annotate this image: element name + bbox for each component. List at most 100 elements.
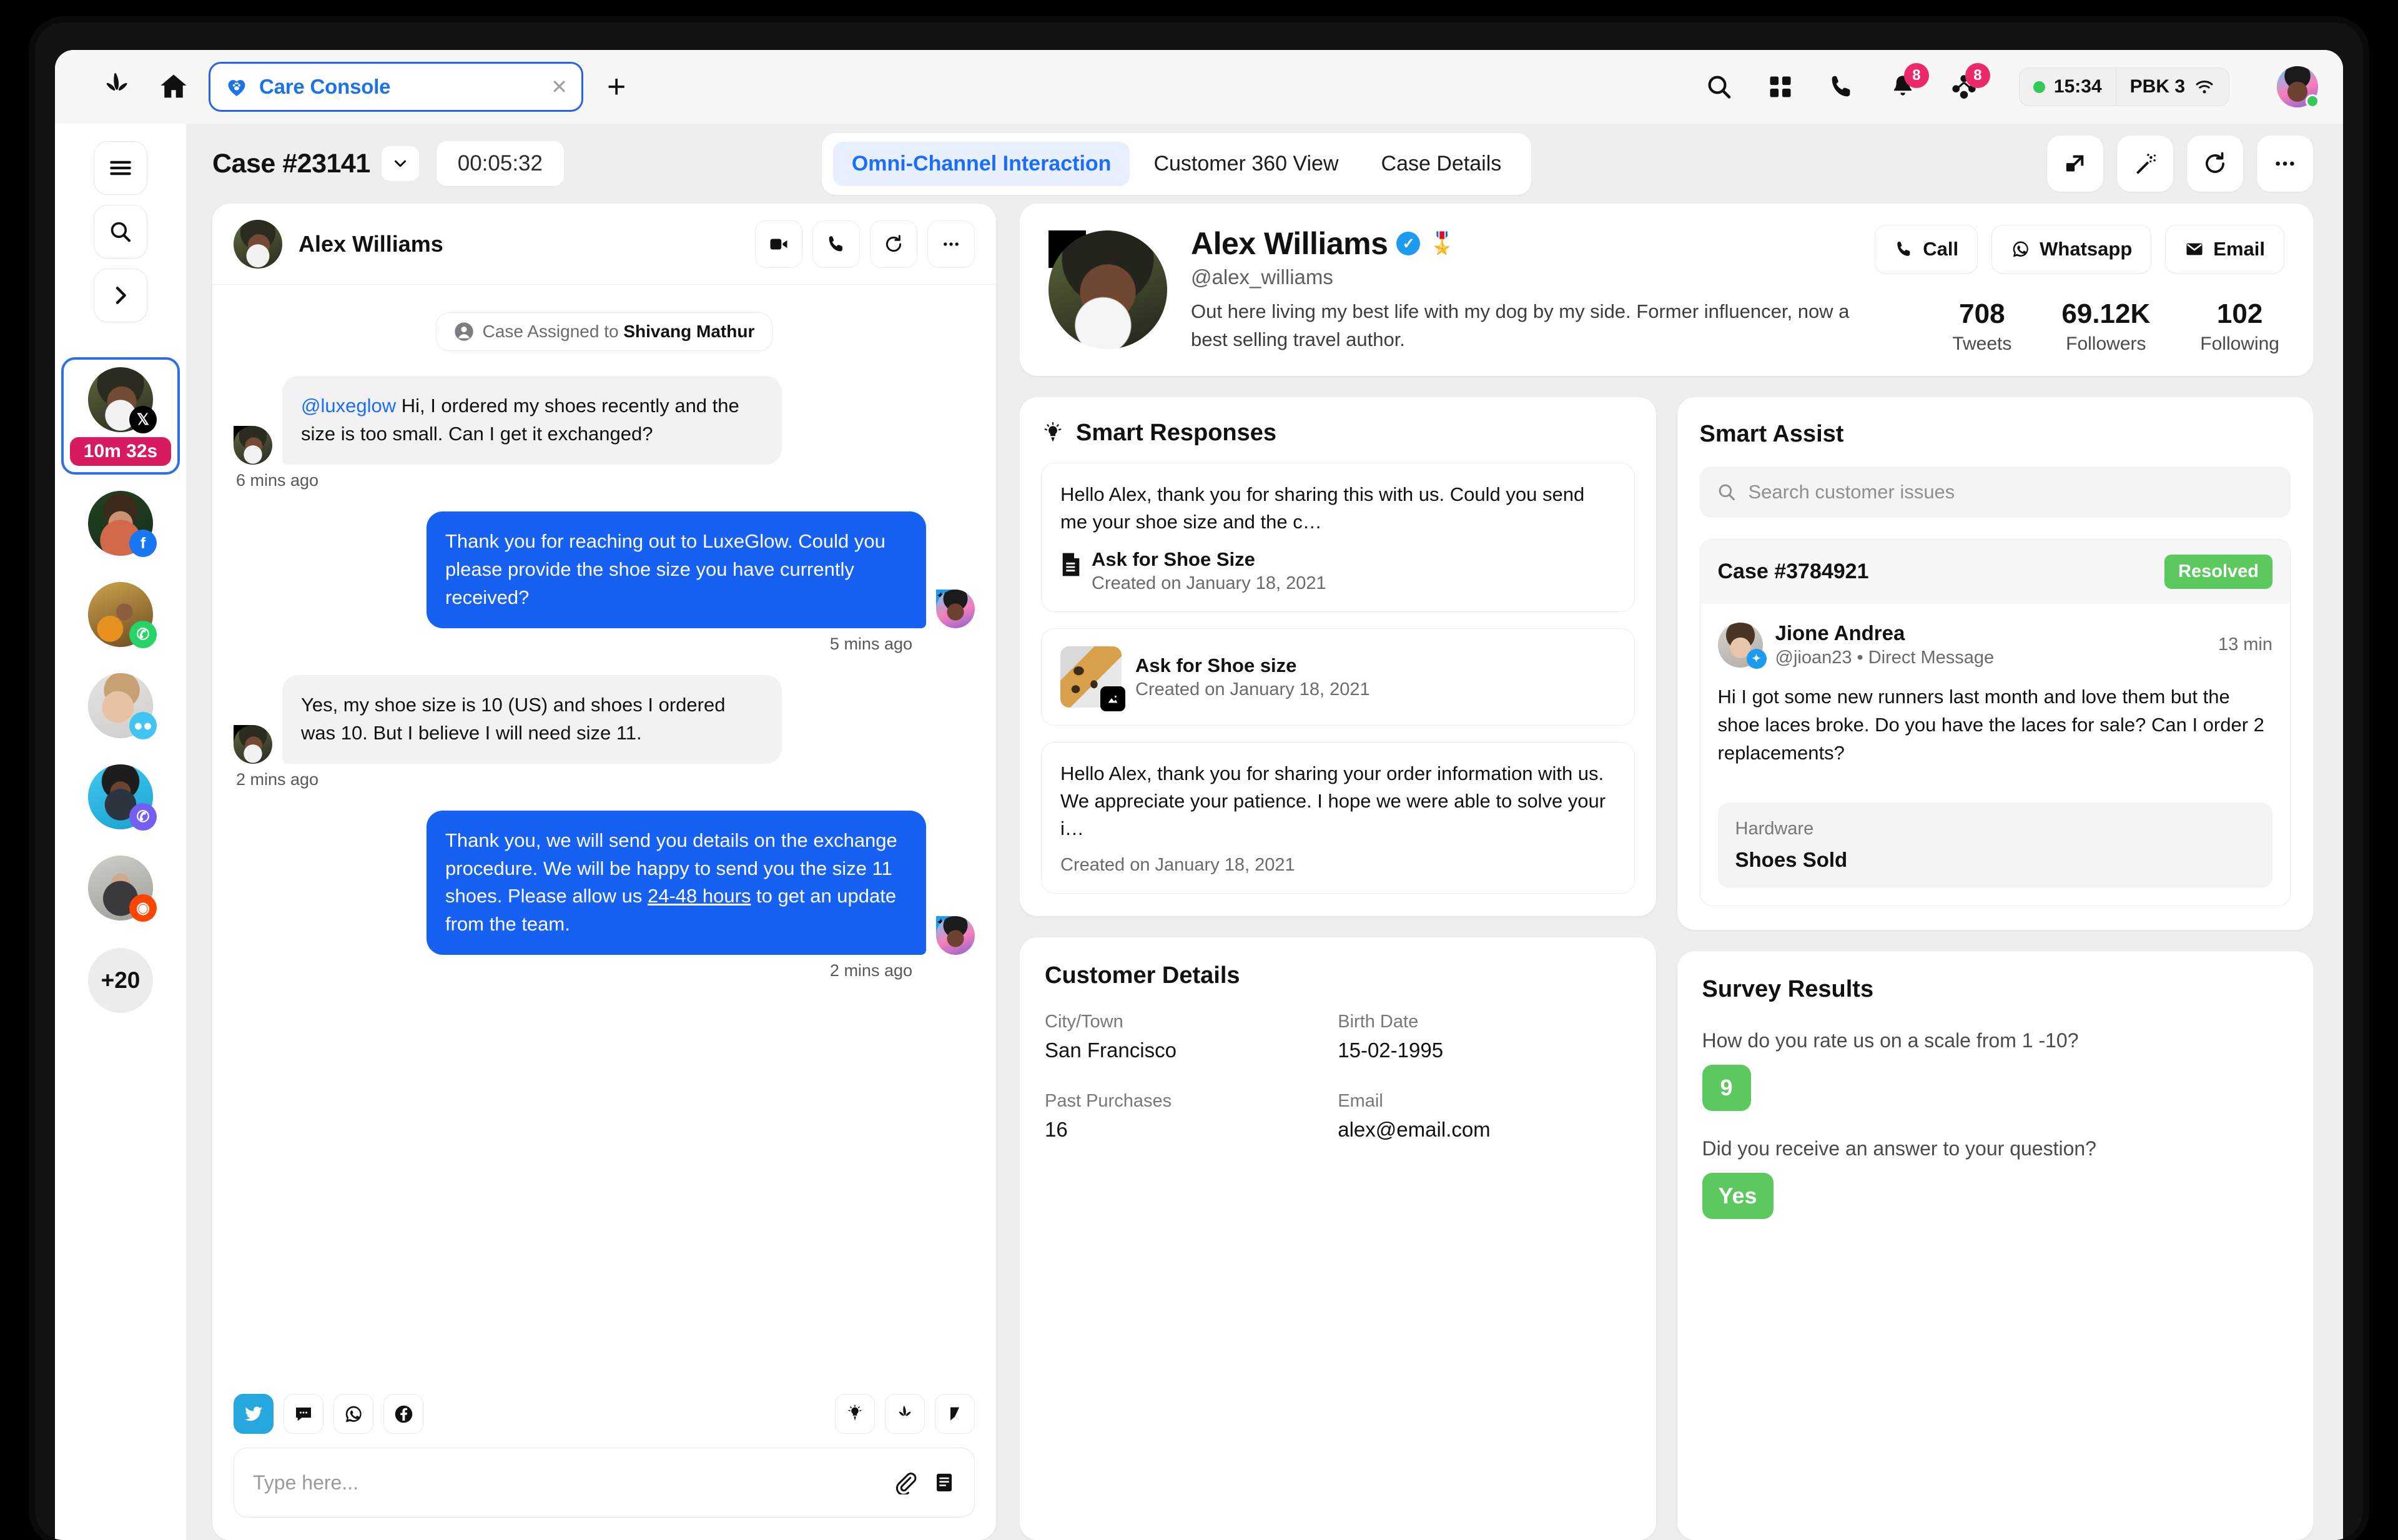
smart-responses-panel: Smart Responses Hello Alex, thank you fo…	[1020, 397, 1656, 917]
attachment-icon[interactable]	[893, 1471, 917, 1494]
chevron-right-icon[interactable]	[94, 269, 147, 322]
composer-assist-actions	[835, 1394, 975, 1434]
survey-question: How do you rate us on a scale from 1 -10…	[1702, 1029, 2079, 1052]
message-input[interactable]: Type here...	[234, 1448, 975, 1518]
view-tabs: Omni-Channel Interaction Customer 360 Vi…	[821, 132, 1532, 195]
avatar: f	[88, 491, 157, 557]
survey-question: Did you receive an answer to your questi…	[1702, 1137, 2096, 1160]
new-tab-button[interactable]: +	[607, 71, 626, 103]
user-avatar[interactable]	[2277, 66, 2319, 108]
avatar: ◉	[88, 856, 157, 922]
field-value: 15-02-1995	[1338, 1039, 1444, 1062]
care-heart-icon	[224, 74, 249, 99]
facebook-icon[interactable]	[383, 1394, 423, 1434]
browser-tab-care-console[interactable]: Care Console ✕	[209, 62, 583, 112]
profile-actions-and-stats: Call Whatsapp Email 708 Tweets 69.12K Fo…	[1875, 225, 2284, 355]
list-item[interactable]: ◉	[61, 848, 180, 930]
message-text-link[interactable]: 24-48 hours	[648, 885, 751, 907]
list-item[interactable]: ●●	[61, 666, 180, 748]
sprinklr-icon[interactable]	[885, 1394, 925, 1434]
more-conversations-count[interactable]: +20	[88, 948, 153, 1013]
presence-dot	[2033, 81, 2045, 93]
knowledge-icon[interactable]	[935, 1394, 975, 1434]
whatsapp-button[interactable]: Whatsapp	[1991, 225, 2152, 274]
list-item[interactable]: Ask for Shoe size Created on January 18,…	[1041, 628, 1635, 726]
chat-panel: Alex Williams Case Assigned to Shivang M…	[212, 204, 996, 1540]
video-call-icon[interactable]	[755, 220, 802, 268]
whatsapp-icon[interactable]	[333, 1394, 373, 1434]
bell-icon[interactable]: 8	[1887, 63, 1929, 103]
avatar: 𝕏	[1049, 230, 1167, 349]
sms-icon[interactable]	[284, 1394, 323, 1434]
lightbulb-pen-icon[interactable]	[835, 1394, 875, 1434]
magic-wand-icon[interactable]	[2116, 136, 2173, 192]
field-email: Email alex@email.com	[1338, 1091, 1631, 1142]
sprinklr-logo-icon[interactable]	[90, 69, 144, 104]
status-pill[interactable]: 15:34 PBK 3	[2018, 67, 2229, 106]
survey-results-panel: Survey Results How do you rate us on a s…	[1677, 950, 2313, 1540]
message-bubble: Thank you, we will send you details on t…	[427, 810, 926, 955]
lower-panels: Smart Responses Hello Alex, thank you fo…	[1020, 397, 2313, 1540]
chevron-down-icon[interactable]	[381, 146, 419, 181]
twitter-icon[interactable]	[234, 1394, 274, 1434]
field-city-town: City/Town San Francisco	[1045, 1012, 1338, 1062]
more-options-icon[interactable]	[927, 220, 975, 268]
people-icon[interactable]: 8	[1948, 63, 1990, 103]
message-row: Thank you, we will send you details on t…	[234, 810, 975, 955]
smart-response-title: Ask for Shoe size	[1135, 654, 1297, 676]
message-timestamp: 6 mins ago	[236, 470, 319, 490]
home-icon[interactable]	[144, 71, 204, 103]
status-time-group: 15:34	[2020, 68, 2116, 106]
related-case-tag: Hardware Shoes Sold	[1717, 802, 2272, 888]
smart-response-preview: Hello Alex, thank you for sharing this w…	[1060, 483, 1585, 533]
list-item[interactable]: Hello Alex, thank you for sharing this w…	[1041, 463, 1635, 613]
customer-details-title: Customer Details	[1045, 962, 1240, 989]
stat-label: Followers	[2066, 333, 2146, 354]
tab-title: Care Console	[259, 75, 391, 98]
phone-icon[interactable]	[1825, 71, 1858, 103]
tab-case-details[interactable]: Case Details	[1363, 142, 1521, 186]
browser-toolbar: Care Console ✕ + 8 8 15:34 PBK 3	[55, 50, 2343, 124]
verified-badge-icon: ✓	[1396, 232, 1421, 256]
related-case-time: 13 min	[2218, 634, 2272, 654]
person-icon	[454, 322, 474, 342]
email-button[interactable]: Email	[2165, 225, 2284, 274]
mention-handle[interactable]: @luxeglow	[301, 395, 396, 417]
email-icon	[2184, 239, 2204, 259]
search-icon[interactable]	[94, 205, 147, 259]
whatsapp-button-label: Whatsapp	[2040, 238, 2133, 260]
menu-icon[interactable]	[94, 141, 147, 195]
status-time: 15:34	[2053, 76, 2102, 97]
list-item[interactable]: f	[61, 483, 180, 566]
template-icon[interactable]	[933, 1471, 955, 1494]
related-case-card[interactable]: Case #3784921 Resolved ✦ Jione Andrea @j…	[1699, 539, 2291, 906]
whatsapp-icon	[2011, 239, 2031, 259]
more-options-icon[interactable]	[2256, 136, 2313, 192]
refresh-icon[interactable]	[2186, 136, 2243, 192]
close-icon[interactable]: ✕	[551, 75, 568, 99]
customer-profile-card: 𝕏 Alex Williams ✓ 🎖️ @alex_williams Out …	[1020, 204, 2313, 376]
list-item[interactable]: ✆	[61, 575, 180, 657]
apps-grid-icon[interactable]	[1764, 71, 1797, 103]
message-list: Case Assigned to Shivang Mathur 𝕏 @luxeg…	[212, 285, 996, 1391]
list-item[interactable]: 𝕏 10m 32s	[61, 357, 180, 475]
list-item[interactable]: ✆	[61, 757, 180, 839]
case-header-actions	[2046, 136, 2313, 192]
list-item[interactable]: Hello Alex, thank you for sharing your o…	[1041, 742, 1635, 894]
tab-customer-360-view[interactable]: Customer 360 View	[1135, 142, 1357, 186]
message-row: 𝕏 Yes, my shoe size is 10 (US) and shoes…	[234, 674, 975, 764]
refresh-icon[interactable]	[870, 220, 917, 268]
conversation-timer: 10m 32s	[69, 437, 172, 466]
search-icon[interactable]	[1703, 71, 1735, 103]
channel-x-icon: 𝕏	[129, 406, 157, 433]
message-input-placeholder: Type here...	[253, 1471, 358, 1494]
search-input[interactable]: Search customer issues	[1699, 466, 2291, 518]
profile-handle: @alex_williams	[1191, 265, 1333, 289]
phone-call-icon[interactable]	[812, 220, 860, 268]
status-label-group: PBK 3	[2116, 76, 2229, 97]
tab-omni-channel-interaction[interactable]: Omni-Channel Interaction	[832, 141, 1130, 186]
transfer-icon[interactable]	[2046, 136, 2103, 192]
lightbulb-icon	[1041, 422, 1065, 445]
field-value: 16	[1045, 1118, 1068, 1142]
call-button[interactable]: Call	[1875, 225, 1978, 274]
